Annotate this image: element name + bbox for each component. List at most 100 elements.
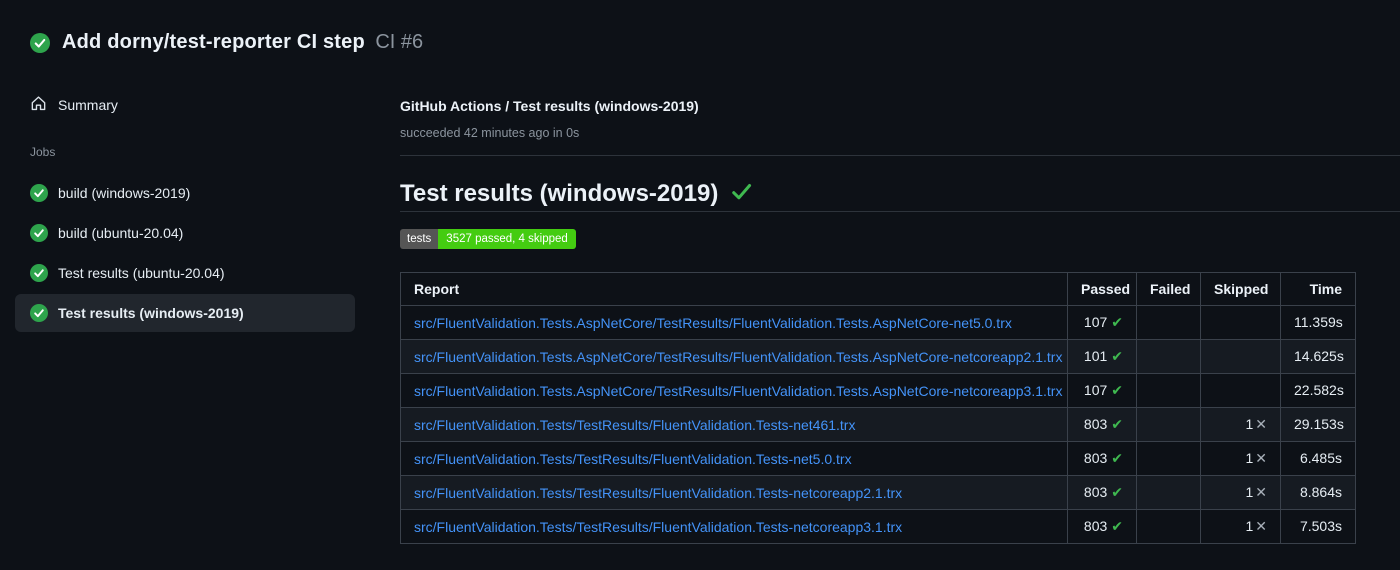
x-icon: ✕ (1255, 485, 1267, 501)
report-cell: src/FluentValidation.Tests.AspNetCore/Te… (400, 373, 1068, 408)
report-table-head-row: Report Passed Failed Skipped Time (400, 272, 1356, 306)
report-cell: src/FluentValidation.Tests/TestResults/F… (400, 441, 1068, 476)
sidebar-job-label: build (ubuntu-20.04) (58, 225, 184, 241)
report-table-body: src/FluentValidation.Tests.AspNetCore/Te… (400, 305, 1356, 544)
skipped-cell (1200, 339, 1281, 374)
failed-cell (1136, 339, 1201, 374)
skipped-cell: 1 ✕ (1200, 509, 1281, 544)
time-cell: 11.359s (1280, 305, 1356, 340)
report-link[interactable]: src/FluentValidation.Tests/TestResults/F… (414, 519, 902, 535)
report-cell: src/FluentValidation.Tests.AspNetCore/Te… (400, 305, 1068, 340)
report-heading-text: Test results (windows-2019) (400, 180, 719, 207)
report-cell: src/FluentValidation.Tests/TestResults/F… (400, 475, 1068, 510)
time-cell: 6.485s (1280, 441, 1356, 476)
report-table: Report Passed Failed Skipped Time src/Fluent… (400, 272, 1356, 544)
table-row: src/FluentValidation.Tests.AspNetCore/Te… (400, 305, 1356, 340)
passed-cell: 107 ✔ (1067, 373, 1137, 408)
job-status-line: succeeded 42 minutes ago in 0s (400, 126, 580, 140)
check-icon: ✔ (1111, 519, 1123, 535)
sidebar-job-item[interactable]: build (ubuntu-20.04) (15, 214, 355, 252)
check-icon: ✔ (1111, 451, 1123, 467)
check-icon: ✔ (1111, 417, 1123, 433)
report-cell: src/FluentValidation.Tests.AspNetCore/Te… (400, 339, 1068, 374)
badge-value: 3527 passed, 4 skipped (438, 229, 576, 249)
sidebar-job-item[interactable]: Test results (ubuntu-20.04) (15, 254, 355, 292)
check-icon: ✔ (1111, 485, 1123, 501)
success-check-icon (730, 180, 753, 208)
table-row: src/FluentValidation.Tests/TestResults/F… (400, 407, 1356, 442)
passed-cell: 803 ✔ (1067, 407, 1137, 442)
report-cell: src/FluentValidation.Tests/TestResults/F… (400, 509, 1068, 544)
skipped-cell (1200, 305, 1281, 340)
run-title: Add dorny/test-reporter CI step (62, 31, 365, 53)
skipped-cell (1200, 373, 1281, 408)
passed-cell: 803 ✔ (1067, 475, 1137, 510)
column-header-report: Report (400, 272, 1068, 306)
column-header-skipped: Skipped (1200, 272, 1281, 306)
passed-cell: 803 ✔ (1067, 509, 1137, 544)
time-cell: 7.503s (1280, 509, 1356, 544)
check-circle-icon (30, 264, 48, 282)
column-header-passed: Passed (1067, 272, 1137, 306)
table-row: src/FluentValidation.Tests.AspNetCore/Te… (400, 339, 1356, 374)
report-link[interactable]: src/FluentValidation.Tests/TestResults/F… (414, 485, 902, 501)
run-header: Add dorny/test-reporter CI step CI #6 (30, 31, 423, 54)
check-icon: ✔ (1111, 349, 1123, 365)
sidebar-job-label: Test results (windows-2019) (58, 305, 244, 321)
report-heading: Test results (windows-2019) (400, 180, 753, 208)
report-link[interactable]: src/FluentValidation.Tests/TestResults/F… (414, 417, 855, 433)
tests-badge: tests 3527 passed, 4 skipped (400, 229, 576, 249)
column-header-failed: Failed (1136, 272, 1201, 306)
page-title: Add dorny/test-reporter CI step CI #6 (62, 31, 423, 54)
report-cell: src/FluentValidation.Tests/TestResults/F… (400, 407, 1068, 442)
x-icon: ✕ (1255, 451, 1267, 467)
check-circle-icon (30, 224, 48, 242)
sidebar-job-label: Test results (ubuntu-20.04) (58, 265, 225, 281)
passed-cell: 803 ✔ (1067, 441, 1137, 476)
check-icon: ✔ (1111, 315, 1123, 331)
check-circle-icon (30, 304, 48, 322)
table-row: src/FluentValidation.Tests/TestResults/F… (400, 441, 1356, 476)
jobs-list: build (windows-2019) build (ubuntu-20.04… (0, 174, 370, 334)
failed-cell (1136, 509, 1201, 544)
skipped-cell: 1 ✕ (1200, 475, 1281, 510)
sidebar-job-item[interactable]: Test results (windows-2019) (15, 294, 355, 332)
report-link[interactable]: src/FluentValidation.Tests.AspNetCore/Te… (414, 315, 1012, 331)
time-cell: 29.153s (1280, 407, 1356, 442)
table-row: src/FluentValidation.Tests.AspNetCore/Te… (400, 373, 1356, 408)
check-circle-icon (30, 32, 50, 53)
failed-cell (1136, 441, 1201, 476)
report-link[interactable]: src/FluentValidation.Tests/TestResults/F… (414, 451, 852, 467)
x-icon: ✕ (1255, 519, 1267, 535)
job-breadcrumb: GitHub Actions / Test results (windows-2… (400, 98, 699, 114)
home-icon (30, 95, 47, 115)
time-cell: 8.864s (1280, 475, 1356, 510)
sidebar-job-item[interactable]: build (windows-2019) (15, 174, 355, 212)
passed-cell: 101 ✔ (1067, 339, 1137, 374)
sidebar-item-summary[interactable]: Summary (30, 95, 118, 115)
report-link[interactable]: src/FluentValidation.Tests.AspNetCore/Te… (414, 349, 1062, 365)
skipped-cell: 1 ✕ (1200, 441, 1281, 476)
header-divider (400, 155, 1400, 156)
workflow-run-page: Add dorny/test-reporter CI step CI #6 Su… (0, 0, 1400, 570)
report-link[interactable]: src/FluentValidation.Tests.AspNetCore/Te… (414, 383, 1062, 399)
skipped-cell: 1 ✕ (1200, 407, 1281, 442)
x-icon: ✕ (1255, 417, 1267, 433)
heading-divider (400, 211, 1400, 212)
table-row: src/FluentValidation.Tests/TestResults/F… (400, 509, 1356, 544)
jobs-section-label: Jobs (30, 145, 56, 159)
failed-cell (1136, 407, 1201, 442)
failed-cell (1136, 475, 1201, 510)
failed-cell (1136, 373, 1201, 408)
sidebar-summary-label: Summary (58, 97, 118, 113)
table-row: src/FluentValidation.Tests/TestResults/F… (400, 475, 1356, 510)
passed-cell: 107 ✔ (1067, 305, 1137, 340)
check-circle-icon (30, 184, 48, 202)
failed-cell (1136, 305, 1201, 340)
check-icon: ✔ (1111, 383, 1123, 399)
column-header-time: Time (1280, 272, 1356, 306)
main-content: GitHub Actions / Test results (windows-2… (400, 0, 1400, 570)
sidebar-job-label: build (windows-2019) (58, 185, 191, 201)
badge-label: tests (400, 229, 439, 249)
time-cell: 22.582s (1280, 373, 1356, 408)
